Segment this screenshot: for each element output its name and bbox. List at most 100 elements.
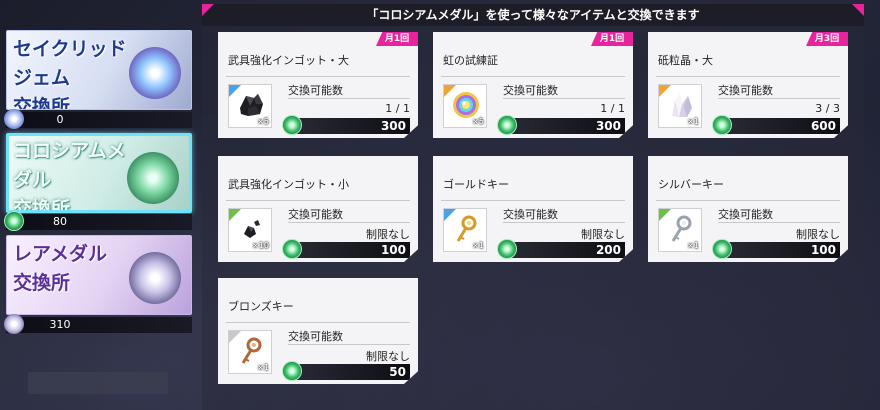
colosseum-medal-icon [282, 239, 302, 259]
item-card[interactable]: ゴールドキー ×1 交換可能数 制限なし 200 [433, 156, 633, 262]
item-name: ゴールドキー [443, 178, 509, 191]
tab-title-line2: 交換所 [13, 96, 71, 110]
colosseum-medal-icon [712, 239, 732, 259]
available-value: 制限なし [581, 228, 625, 241]
item-card[interactable]: 月1回 武具強化インゴット・大 ×5 交換可能数 1 / 1 300 [218, 32, 418, 138]
cost-bar: 100 [712, 239, 840, 259]
limit-badge: 月1回 [591, 32, 633, 46]
cost-bar: 100 [282, 239, 410, 259]
header-accent-left [202, 4, 214, 16]
item-thumbnail: ×1 [228, 330, 272, 374]
divider [656, 76, 840, 77]
item-name: 武具強化インゴット・小 [228, 178, 349, 191]
cost-value: 100 [380, 243, 406, 257]
item-quantity: ×1 [257, 363, 269, 372]
cost-bar: 600 [712, 115, 840, 135]
tab-colosseum-medal-exchange[interactable]: コロシアムメダル 交換所 [6, 133, 192, 213]
cost-value: 600 [810, 119, 836, 133]
black-ore-icon [240, 94, 263, 116]
divider [288, 344, 410, 345]
sacred-gem-icon [4, 109, 24, 129]
colosseum-medal-count-value: 80 [53, 215, 67, 228]
exchange-shop-sidebar: セイクリッドジェム 交換所 0 コロシアムメダル 交換所 80 レアメダル 交換… [0, 0, 200, 410]
tab-rare-medal-exchange[interactable]: レアメダル 交換所 [6, 235, 192, 315]
item-quantity: ×1 [687, 117, 699, 126]
cost-bar: 300 [497, 115, 625, 135]
available-value: 1 / 1 [385, 102, 410, 115]
item-name: 武具強化インゴット・大 [228, 54, 349, 67]
item-name: 砥粒晶・大 [658, 54, 713, 67]
cost-value: 300 [595, 119, 621, 133]
divider [288, 222, 410, 223]
item-thumbnail: ×1 [658, 84, 702, 128]
tab-title: コロシアムメダル 交換所 [13, 137, 143, 213]
available-label: 交換可能数 [288, 208, 343, 221]
white-crystal-icon [672, 94, 692, 117]
available-value: 制限なし [796, 228, 840, 241]
item-quantity: ×1 [687, 241, 699, 250]
item-card[interactable]: ブロンズキー ×1 交換可能数 制限なし 50 [218, 278, 418, 384]
limit-badge: 月3回 [806, 32, 848, 46]
colosseum-medal-icon [712, 115, 732, 135]
item-thumbnail: ×1 [658, 208, 702, 252]
rainbow-medallion-icon [453, 92, 479, 118]
item-quantity: ×5 [472, 117, 484, 126]
available-label: 交換可能数 [288, 84, 343, 97]
item-thumbnail: ×5 [228, 84, 272, 128]
item-quantity: ×1 [472, 241, 484, 250]
divider [503, 222, 625, 223]
available-label: 交換可能数 [503, 208, 558, 221]
divider [441, 76, 625, 77]
divider [226, 322, 410, 323]
tab-title-line1: レアメダル [13, 243, 108, 265]
item-card[interactable]: 武具強化インゴット・小 ×10 交換可能数 制限なし 100 [218, 156, 418, 262]
limit-badge: 月1回 [376, 32, 418, 46]
item-name: シルバーキー [658, 178, 724, 191]
divider [656, 200, 840, 201]
cost-value: 200 [595, 243, 621, 257]
bronze-key-icon [241, 337, 262, 364]
colosseum-medal-icon [282, 115, 302, 135]
cost-bar: 200 [497, 239, 625, 259]
item-thumbnail: ×10 [228, 208, 272, 252]
sacred-gem-count-value: 0 [56, 113, 64, 126]
divider [226, 200, 410, 201]
available-value: 3 / 3 [815, 102, 840, 115]
colosseum-medal-icon [4, 211, 24, 231]
rare-medal-icon [4, 314, 24, 334]
available-label: 交換可能数 [288, 330, 343, 343]
silver-key-icon [671, 215, 692, 242]
gold-key-icon [456, 215, 477, 242]
rare-medal-emblem-icon [129, 252, 181, 304]
available-label: 交換可能数 [718, 84, 773, 97]
available-value: 制限なし [366, 350, 410, 363]
tab-title-line2: 交換所 [13, 272, 71, 294]
available-label: 交換可能数 [503, 84, 558, 97]
available-value: 1 / 1 [600, 102, 625, 115]
header-accent-right [852, 4, 864, 16]
colosseum-medal-icon [497, 115, 517, 135]
black-ore-small-icon [244, 220, 260, 238]
divider [503, 98, 625, 99]
item-card[interactable]: 月1回 虹の試練証 ×5 交換可能数 1 / 1 300 [433, 32, 633, 138]
available-label: 交換可能数 [718, 208, 773, 221]
item-name: 虹の試練証 [443, 54, 498, 67]
colosseum-medal-emblem-icon [127, 152, 179, 204]
panel-header: 「コロシアムメダル」を使って様々なアイテムと交換できます [202, 4, 864, 26]
item-thumbnail: ×5 [443, 84, 487, 128]
cost-bar: 50 [282, 361, 410, 381]
item-card[interactable]: 月3回 砥粒晶・大 ×1 交換可能数 3 / 3 600 [648, 32, 848, 138]
cost-value: 300 [380, 119, 406, 133]
colosseum-medal-icon [497, 239, 517, 259]
tab-sacred-gem-exchange[interactable]: セイクリッドジェム 交換所 [6, 30, 192, 110]
rare-medal-count-value: 310 [49, 318, 71, 331]
divider [226, 76, 410, 77]
divider [441, 200, 625, 201]
item-card[interactable]: シルバーキー ×1 交換可能数 制限なし 100 [648, 156, 848, 262]
rare-medal-count: 310 [4, 314, 192, 334]
item-quantity: ×5 [257, 117, 269, 126]
cost-value: 100 [810, 243, 836, 257]
tab-title-line2: 交換所 [13, 198, 71, 213]
item-name: ブロンズキー [228, 300, 294, 313]
available-value: 制限なし [366, 228, 410, 241]
